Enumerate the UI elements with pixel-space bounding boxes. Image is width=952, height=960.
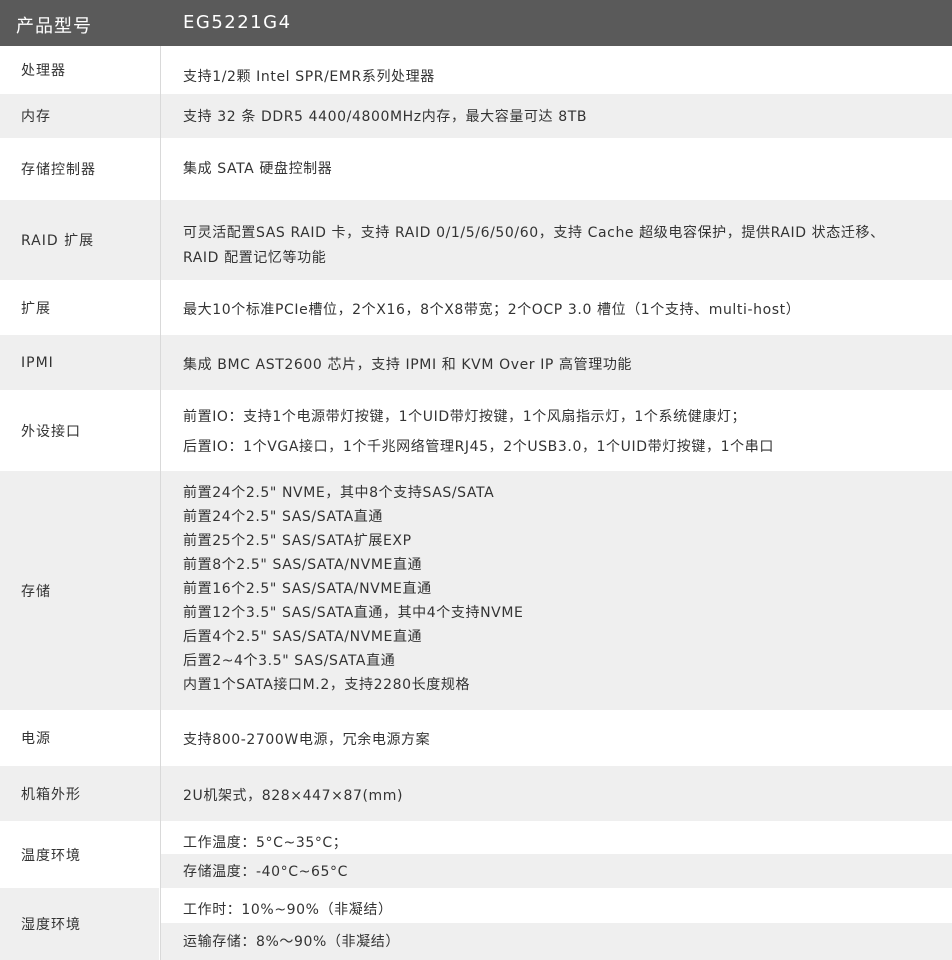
row-value: 前置24个2.5" NVME，其中8个支持SAS/SATA 前置24个2.5" … (160, 471, 952, 710)
value-line: 运输存储：8%～90%（非凝结） (183, 934, 400, 950)
row-ipmi: IPMI 集成 BMC AST2600 芯片，支持 IPMI 和 KVM Ove… (0, 335, 952, 390)
value-line: 内置1个SATA接口M.2，支持2280长度规格 (183, 677, 471, 693)
value-line: 前置24个2.5" SAS/SATA直通 (183, 509, 383, 525)
sub-cell: 存储温度：-40°C~65°C (161, 854, 952, 888)
spec-table: 产品型号 EG5221G4 处理器 支持1/2颗 Intel SPR/EMR系列… (0, 0, 952, 960)
row-peripheral: 外设接口 前置IO：支持1个电源带灯按键，1个UID带灯按键，1个风扇指示灯，1… (0, 390, 952, 471)
sub-cell: 运输存储：8%～90%（非凝结） (161, 923, 952, 960)
row-value: 支持800-2700W电源，冗余电源方案 (160, 710, 952, 766)
sub-cell: 工作时：10%~90%（非凝结） (161, 888, 952, 923)
value-line: 后置2~4个3.5" SAS/SATA直通 (183, 653, 396, 669)
row-label: 机箱外形 (21, 786, 81, 803)
row-storage: 存储 前置24个2.5" NVME，其中8个支持SAS/SATA 前置24个2.… (0, 471, 952, 710)
value-line: 2U机架式，828×447×87(mm) (183, 788, 404, 804)
value-line: 存储温度：-40°C~65°C (183, 864, 348, 880)
row-label: RAID 扩展 (21, 233, 95, 249)
header-label: 产品型号 (16, 16, 92, 37)
value-line: 前置16个2.5" SAS/SATA/NVME直通 (183, 581, 432, 597)
row-chassis: 机箱外形 2U机架式，828×447×87(mm) (0, 766, 952, 821)
value-line: 支持800-2700W电源，冗余电源方案 (183, 732, 431, 748)
row-label: 处理器 (21, 63, 66, 79)
row-label: 湿度环境 (0, 888, 159, 960)
row-label: 扩展 (21, 300, 51, 317)
row-value: 可灵活配置SAS RAID 卡，支持 RAID 0/1/5/6/50/60，支持… (160, 200, 952, 280)
product-model: EG5221G4 (183, 12, 292, 33)
row-value: 前置IO：支持1个电源带灯按键，1个UID带灯按键，1个风扇指示灯，1个系统健康… (160, 390, 952, 471)
sub-cell: 工作温度：5°C~35°C； (161, 821, 952, 854)
row-value: 支持1/2颗 Intel SPR/EMR系列处理器 (160, 46, 952, 94)
value-line: 集成 SATA 硬盘控制器 (183, 161, 333, 177)
row-expansion: 扩展 最大10个标准PCIe槽位，2个X16，8个X8带宽；2个OCP 3.0 … (0, 280, 952, 335)
value-line: RAID 配置记忆等功能 (183, 250, 327, 266)
table-header: 产品型号 EG5221G4 (0, 0, 952, 46)
value-line: 支持1/2颗 Intel SPR/EMR系列处理器 (183, 69, 435, 85)
row-label: 外设接口 (21, 423, 81, 440)
row-memory: 内存 支持 32 条 DDR5 4400/4800MHz内存，最大容量可达 8T… (0, 94, 952, 138)
value-line: 前置12个3.5" SAS/SATA直通，其中4个支持NVME (183, 605, 524, 621)
row-value: 最大10个标准PCIe槽位，2个X16，8个X8带宽；2个OCP 3.0 槽位（… (160, 280, 952, 335)
value-line: 支持 32 条 DDR5 4400/4800MHz内存，最大容量可达 8TB (183, 109, 588, 125)
value-line: 可灵活配置SAS RAID 卡，支持 RAID 0/1/5/6/50/60，支持… (183, 225, 885, 241)
value-line: 前置25个2.5" SAS/SATA扩展EXP (183, 533, 412, 549)
value-line: 最大10个标准PCIe槽位，2个X16，8个X8带宽；2个OCP 3.0 槽位（… (183, 302, 801, 318)
row-raid: RAID 扩展 可灵活配置SAS RAID 卡，支持 RAID 0/1/5/6/… (0, 200, 952, 280)
row-temperature: 温度环境 工作温度：5°C~35°C； 存储温度：-40°C~65°C (0, 821, 952, 888)
row-value: 集成 SATA 硬盘控制器 (160, 138, 952, 200)
value-line: 前置IO：支持1个电源带灯按键，1个UID带灯按键，1个风扇指示灯，1个系统健康… (183, 409, 747, 425)
value-line: 后置IO：1个VGA接口，1个千兆网络管理RJ45，2个USB3.0，1个UID… (183, 439, 774, 455)
row-value: 工作时：10%~90%（非凝结） 运输存储：8%～90%（非凝结） (160, 888, 952, 960)
value-line: 集成 BMC AST2600 芯片，支持 IPMI 和 KVM Over IP … (183, 357, 633, 373)
row-label: 温度环境 (21, 847, 81, 864)
value-line: 工作温度：5°C~35°C； (183, 835, 348, 851)
value-line: 后置4个2.5" SAS/SATA/NVME直通 (183, 629, 423, 645)
row-value: 集成 BMC AST2600 芯片，支持 IPMI 和 KVM Over IP … (160, 335, 952, 390)
row-label: 存储 (21, 583, 51, 600)
row-label: 内存 (21, 109, 51, 125)
row-label: IPMI (21, 354, 54, 371)
row-value: 2U机架式，828×447×87(mm) (160, 766, 952, 821)
row-power: 电源 支持800-2700W电源，冗余电源方案 (0, 710, 952, 766)
row-label: 电源 (21, 731, 51, 747)
row-value: 工作温度：5°C~35°C； 存储温度：-40°C~65°C (160, 821, 952, 888)
value-line: 前置24个2.5" NVME，其中8个支持SAS/SATA (183, 485, 495, 501)
value-line: 工作时：10%~90%（非凝结） (183, 902, 393, 918)
row-value: 支持 32 条 DDR5 4400/4800MHz内存，最大容量可达 8TB (160, 94, 952, 138)
value-line: 前置8个2.5" SAS/SATA/NVME直通 (183, 557, 423, 573)
row-storage-controller: 存储控制器 集成 SATA 硬盘控制器 (0, 138, 952, 200)
row-humidity: 湿度环境 工作时：10%~90%（非凝结） 运输存储：8%～90%（非凝结） (0, 888, 952, 960)
row-label: 存储控制器 (21, 162, 96, 178)
row-cpu: 处理器 支持1/2颗 Intel SPR/EMR系列处理器 (0, 46, 952, 94)
